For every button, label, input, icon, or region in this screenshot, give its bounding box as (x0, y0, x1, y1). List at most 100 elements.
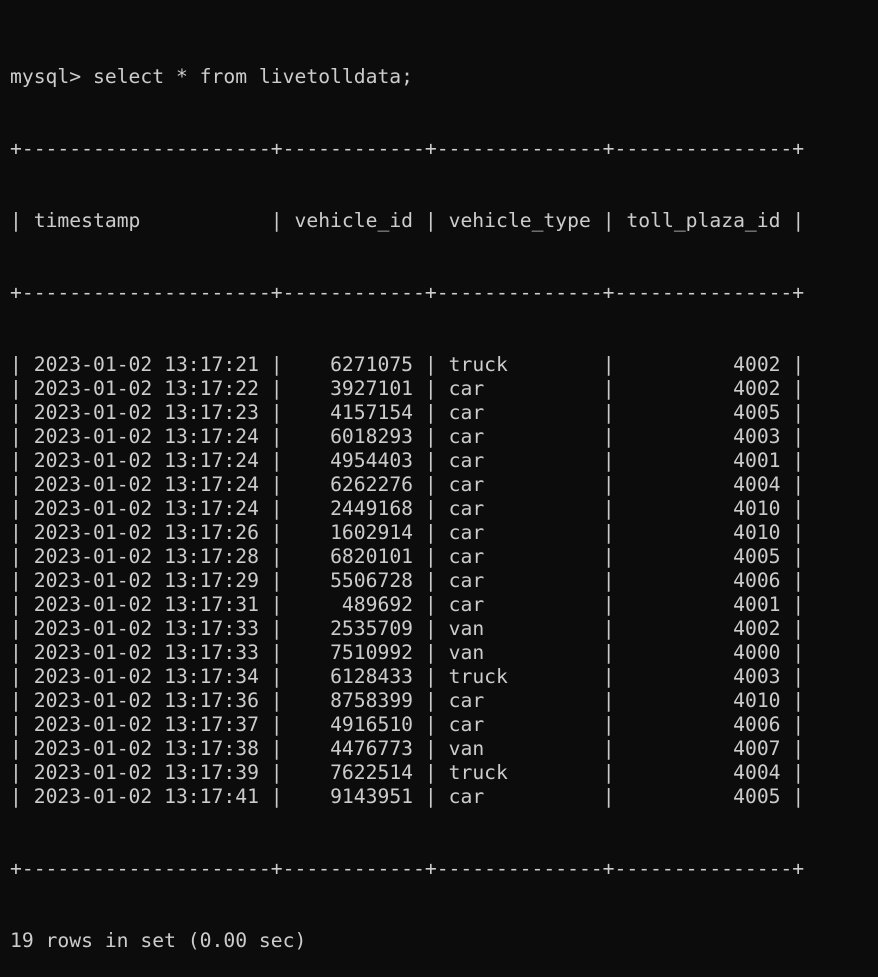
cell-timestamp: 2023-01-02 13:17:24 (33, 473, 259, 496)
table-row: | 2023-01-02 13:17:37 | 4916510 | car | … (10, 713, 805, 736)
cell-vehicle-id: 2449168 (330, 497, 414, 520)
cell-toll-plaza-id: 4001 (733, 449, 781, 472)
table-row: | 2023-01-02 13:17:24 | 6262276 | car | … (10, 473, 805, 496)
cell-timestamp: 2023-01-02 13:17:41 (33, 785, 259, 808)
cell-vehicle-type: car (448, 377, 485, 400)
cell-toll-plaza-id: 4003 (733, 425, 781, 448)
cell-vehicle-type: car (448, 689, 485, 712)
cell-timestamp: 2023-01-02 13:17:38 (33, 737, 259, 760)
table-row: | 2023-01-02 13:17:31 | 489692 | car | 4… (10, 593, 805, 616)
cell-timestamp: 2023-01-02 13:17:37 (33, 713, 259, 736)
cell-timestamp: 2023-01-02 13:17:22 (33, 377, 259, 400)
table-border-bottom: +---------------------+------------+----… (10, 857, 805, 880)
cell-toll-plaza-id: 4010 (733, 521, 781, 544)
cell-vehicle-type: car (448, 713, 485, 736)
cell-vehicle-id: 4954403 (330, 449, 414, 472)
cell-timestamp: 2023-01-02 13:17:34 (33, 665, 259, 688)
cell-vehicle-id: 6820101 (330, 545, 414, 568)
cell-toll-plaza-id: 4001 (733, 593, 781, 616)
cell-vehicle-id: 3927101 (330, 377, 414, 400)
cell-vehicle-id: 2535709 (330, 617, 414, 640)
cell-toll-plaza-id: 4005 (733, 545, 781, 568)
table-row: | 2023-01-02 13:17:33 | 2535709 | van | … (10, 617, 805, 640)
cell-vehicle-type: car (448, 521, 485, 544)
cell-toll-plaza-id: 4002 (733, 617, 781, 640)
mysql-prompt: mysql> (10, 65, 82, 88)
cell-vehicle-id: 4916510 (330, 713, 414, 736)
table-row: | 2023-01-02 13:17:38 | 4476773 | van | … (10, 737, 805, 760)
cell-vehicle-type: van (448, 617, 485, 640)
cell-toll-plaza-id: 4010 (733, 689, 781, 712)
cell-toll-plaza-id: 4003 (733, 665, 781, 688)
cell-timestamp: 2023-01-02 13:17:24 (33, 449, 259, 472)
cell-timestamp: 2023-01-02 13:17:26 (33, 521, 259, 544)
table-row: | 2023-01-02 13:17:36 | 8758399 | car | … (10, 689, 805, 712)
cell-vehicle-type: car (448, 785, 485, 808)
result-summary: 19 rows in set (0.00 sec) (10, 929, 307, 952)
cell-vehicle-id: 9143951 (330, 785, 414, 808)
cell-timestamp: 2023-01-02 13:17:28 (33, 545, 259, 568)
table-row: | 2023-01-02 13:17:24 | 2449168 | car | … (10, 497, 805, 520)
cell-toll-plaza-id: 4007 (733, 737, 781, 760)
table-row: | 2023-01-02 13:17:23 | 4157154 | car | … (10, 401, 805, 424)
cell-vehicle-type: car (448, 545, 485, 568)
table-row: | 2023-01-02 13:17:21 | 6271075 | truck … (10, 353, 805, 376)
header-vehicle-id: vehicle_id (294, 209, 414, 232)
cell-vehicle-type: truck (448, 761, 508, 784)
header-timestamp: timestamp (33, 209, 141, 232)
table-row: | 2023-01-02 13:17:34 | 6128433 | truck … (10, 665, 805, 688)
cell-vehicle-type: truck (448, 353, 508, 376)
cell-vehicle-type: car (448, 449, 485, 472)
cell-vehicle-id: 6128433 (330, 665, 414, 688)
cell-toll-plaza-id: 4004 (733, 761, 781, 784)
cell-vehicle-id: 7622514 (330, 761, 414, 784)
sql-command: select * from livetolldata; (92, 65, 414, 88)
cell-vehicle-type: van (448, 641, 485, 664)
cell-timestamp: 2023-01-02 13:17:21 (33, 353, 259, 376)
cell-timestamp: 2023-01-02 13:17:33 (33, 641, 259, 664)
cell-toll-plaza-id: 4006 (733, 569, 781, 592)
table-row: | 2023-01-02 13:17:33 | 7510992 | van | … (10, 641, 805, 664)
table-row: | 2023-01-02 13:17:24 | 4954403 | car | … (10, 449, 805, 472)
cell-vehicle-id: 6271075 (330, 353, 414, 376)
header-vehicle-type: vehicle_type (448, 209, 591, 232)
cell-vehicle-type: van (448, 737, 485, 760)
cell-timestamp: 2023-01-02 13:17:24 (33, 497, 259, 520)
cell-timestamp: 2023-01-02 13:17:29 (33, 569, 259, 592)
cell-toll-plaza-id: 4002 (733, 353, 781, 376)
cell-vehicle-type: truck (448, 665, 508, 688)
table-border-top: +---------------------+------------+----… (10, 137, 805, 160)
cell-toll-plaza-id: 4005 (733, 785, 781, 808)
cell-timestamp: 2023-01-02 13:17:23 (33, 401, 259, 424)
cell-vehicle-type: car (448, 497, 485, 520)
table-body: | 2023-01-02 13:17:21 | 6271075 | truck … (10, 353, 804, 809)
table-row: | 2023-01-02 13:17:26 | 1602914 | car | … (10, 521, 805, 544)
cell-toll-plaza-id: 4010 (733, 497, 781, 520)
cell-timestamp: 2023-01-02 13:17:36 (33, 689, 259, 712)
table-row: | 2023-01-02 13:17:24 | 6018293 | car | … (10, 425, 805, 448)
terminal-output[interactable]: mysql> select * from livetolldata; +----… (10, 17, 804, 977)
table-row: | 2023-01-02 13:17:28 | 6820101 | car | … (10, 545, 805, 568)
cell-vehicle-id: 5506728 (330, 569, 414, 592)
table-row: | 2023-01-02 13:17:29 | 5506728 | car | … (10, 569, 805, 592)
cell-timestamp: 2023-01-02 13:17:31 (33, 593, 259, 616)
cell-vehicle-type: car (448, 401, 485, 424)
cell-vehicle-type: car (448, 473, 485, 496)
cell-vehicle-id: 6262276 (330, 473, 414, 496)
cell-vehicle-id: 8758399 (330, 689, 414, 712)
cell-toll-plaza-id: 4002 (733, 377, 781, 400)
cell-toll-plaza-id: 4006 (733, 713, 781, 736)
cell-vehicle-id: 1602914 (330, 521, 414, 544)
cell-vehicle-id: 7510992 (330, 641, 414, 664)
cell-timestamp: 2023-01-02 13:17:33 (33, 617, 259, 640)
cell-vehicle-id: 4157154 (330, 401, 414, 424)
cell-vehicle-type: car (448, 593, 485, 616)
table-row: | 2023-01-02 13:17:41 | 9143951 | car | … (10, 785, 805, 808)
table-row: | 2023-01-02 13:17:22 | 3927101 | car | … (10, 377, 805, 400)
cell-vehicle-type: car (448, 569, 485, 592)
cell-toll-plaza-id: 4000 (733, 641, 781, 664)
command-line: mysql> select * from livetolldata; (10, 65, 804, 89)
table-row: | 2023-01-02 13:17:39 | 7622514 | truck … (10, 761, 805, 784)
cell-vehicle-id: 6018293 (330, 425, 414, 448)
table-border-mid: +---------------------+------------+----… (10, 281, 805, 304)
